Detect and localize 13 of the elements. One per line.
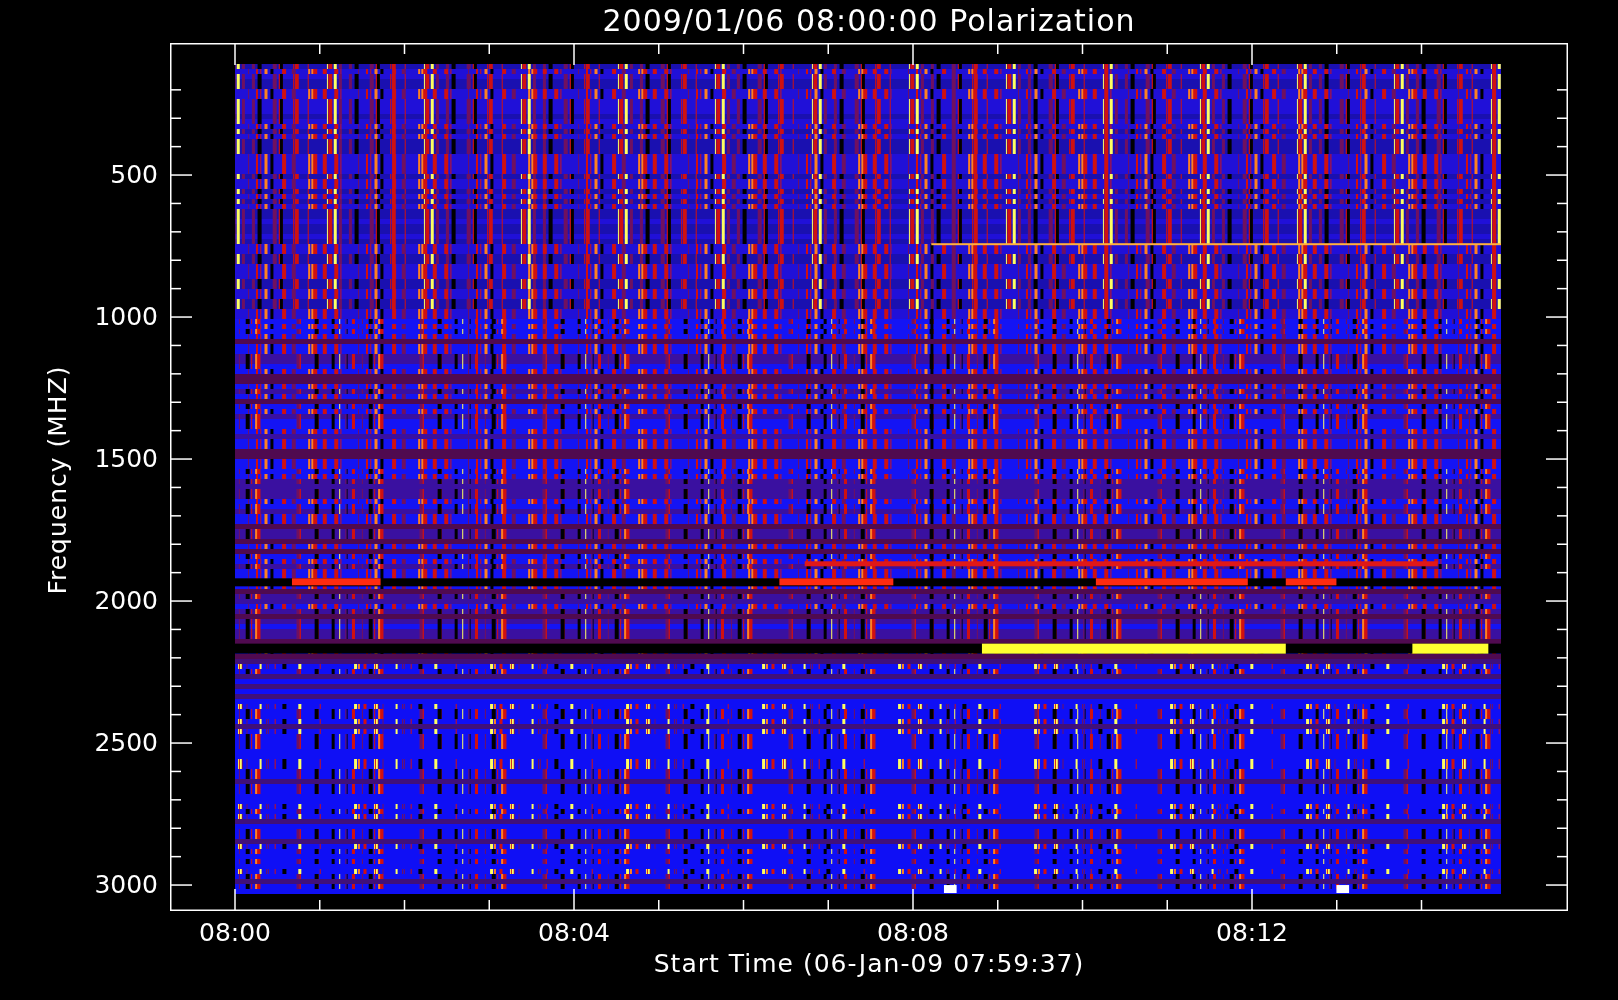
x-axis-label: Start Time (06-Jan-09 07:59:37) — [653, 949, 1085, 978]
y-tick-label: 500 — [110, 160, 158, 191]
y-tick-label: 1500 — [94, 444, 158, 475]
y-tick-label: 2000 — [94, 586, 158, 617]
y-tick-label: 3000 — [94, 870, 158, 901]
y-axis-label: Frequency (MHZ) — [42, 365, 72, 595]
x-tick-label: 08:00 — [199, 918, 271, 948]
y-tick-label: 2500 — [94, 728, 158, 759]
chart-title: 2009/01/06 08:00:00 Polarization — [602, 3, 1136, 38]
y-tick-label: 1000 — [94, 302, 158, 333]
x-tick-label: 08:12 — [1216, 918, 1288, 948]
x-tick-label: 08:04 — [538, 918, 610, 948]
x-tick-label: 08:08 — [877, 918, 949, 948]
